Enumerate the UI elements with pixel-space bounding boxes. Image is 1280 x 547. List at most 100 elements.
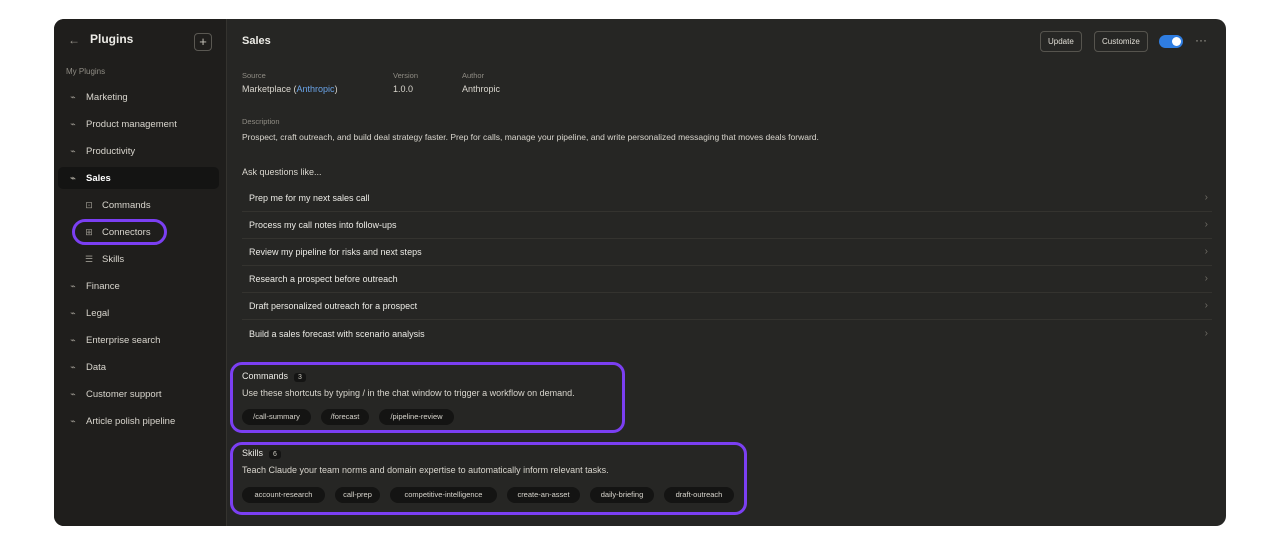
sidebar-item-product-management[interactable]: ⌁ Product management xyxy=(58,113,219,135)
description-text: Prospect, craft outreach, and build deal… xyxy=(242,132,819,142)
command-chip[interactable]: /forecast xyxy=(321,409,369,425)
plus-icon: + xyxy=(199,34,207,49)
commands-count-badge: 3 xyxy=(294,373,306,382)
source-label: Source xyxy=(242,71,266,80)
sidebar-item-label: Legal xyxy=(86,307,110,319)
sidebar-item-label: Product management xyxy=(86,118,177,130)
arrow-left-icon[interactable]: ← xyxy=(68,33,80,47)
chevron-right-icon: › xyxy=(1204,328,1208,339)
sidebar-item-label: Article polish pipeline xyxy=(86,415,176,427)
sidebar-item-marketing[interactable]: ⌁ Marketing xyxy=(58,86,219,108)
commands-title: Commands 3 xyxy=(242,371,306,382)
skill-chip[interactable]: account-research xyxy=(242,487,325,503)
sidebar-item-label: Marketing xyxy=(86,91,128,103)
skills-description: Teach Claude your team norms and domain … xyxy=(242,465,609,475)
plug-icon: ⌁ xyxy=(70,307,76,318)
sidebar-header: ← Plugins + xyxy=(54,19,226,63)
ask-question-text: Draft personalized outreach for a prospe… xyxy=(249,301,418,311)
connectors-highlight-ring xyxy=(72,219,167,245)
command-icon: ⊡ xyxy=(85,199,93,210)
skills-count-badge: 6 xyxy=(269,450,281,459)
add-plugin-button[interactable]: + xyxy=(194,33,212,51)
sidebar-item-enterprise-search[interactable]: ⌁ Enterprise search xyxy=(58,329,219,351)
sidebar-item-data[interactable]: ⌁ Data xyxy=(58,356,219,378)
sidebar-item-label: Finance xyxy=(86,280,120,292)
sidebar-item-sales[interactable]: ⌁ Sales xyxy=(58,167,219,189)
author-value: Anthropic xyxy=(462,84,501,94)
commands-title-text: Commands xyxy=(242,371,289,381)
sidebar-item-label: Customer support xyxy=(86,388,162,400)
source-link[interactable]: Anthropic xyxy=(297,84,335,94)
ask-questions-label: Ask questions like... xyxy=(242,167,322,177)
plugins-window: ← Plugins + My Plugins ⌁ Marketing ⌁ Pro… xyxy=(54,19,1226,526)
sidebar-item-customer-support[interactable]: ⌁ Customer support xyxy=(58,383,219,405)
more-horizontal-icon[interactable]: ··· xyxy=(1195,33,1207,47)
update-button[interactable]: Update xyxy=(1040,31,1082,52)
commands-description: Use these shortcuts by typing / in the c… xyxy=(242,388,575,398)
sidebar: ← Plugins + My Plugins ⌁ Marketing ⌁ Pro… xyxy=(54,19,227,526)
chevron-right-icon: › xyxy=(1204,273,1208,284)
my-plugins-section-label: My Plugins xyxy=(66,67,106,76)
page-title: Sales xyxy=(242,35,271,47)
plugin-enabled-toggle[interactable] xyxy=(1159,35,1183,48)
skill-chip[interactable]: daily-briefing xyxy=(590,487,654,503)
sidebar-item-legal[interactable]: ⌁ Legal xyxy=(58,302,219,324)
plug-icon: ⌁ xyxy=(70,361,76,372)
plug-icon: ⌁ xyxy=(70,415,76,426)
skill-chip[interactable]: create-an-asset xyxy=(507,487,580,503)
sidebar-item-label: Sales xyxy=(86,172,111,184)
sidebar-item-label: Data xyxy=(86,361,107,373)
sidebar-item-label: Enterprise search xyxy=(86,334,161,346)
ask-question-item[interactable]: Prep me for my next sales call › xyxy=(242,185,1212,212)
plug-icon: ⌁ xyxy=(70,172,76,183)
plug-icon: ⌁ xyxy=(70,388,76,399)
version-value: 1.0.0 xyxy=(393,84,414,94)
toggle-knob xyxy=(1172,37,1181,46)
plug-icon: ⌁ xyxy=(70,280,76,291)
sidebar-item-article-polish-pipeline[interactable]: ⌁ Article polish pipeline xyxy=(58,410,219,432)
source-prefix: Marketplace ( xyxy=(242,84,297,94)
ask-question-text: Prep me for my next sales call xyxy=(249,193,370,203)
sidebar-item-finance[interactable]: ⌁ Finance xyxy=(58,275,219,297)
sidebar-item-label: Productivity xyxy=(86,145,136,157)
skills-icon: ☰ xyxy=(84,253,94,264)
ask-question-text: Build a sales forecast with scenario ana… xyxy=(249,329,425,339)
sidebar-title: Plugins xyxy=(90,32,134,46)
chevron-right-icon: › xyxy=(1204,246,1208,257)
chevron-right-icon: › xyxy=(1204,219,1208,230)
chevron-right-icon: › xyxy=(1204,192,1208,203)
source-value: Marketplace (Anthropic) xyxy=(242,84,338,94)
ask-question-text: Research a prospect before outreach xyxy=(249,274,398,284)
command-chip[interactable]: /pipeline-review xyxy=(379,409,454,425)
command-chip[interactable]: /call-summary xyxy=(242,409,311,425)
sidebar-item-commands[interactable]: ⊡ Commands xyxy=(58,194,219,216)
sidebar-item-skills[interactable]: ☰ Skills xyxy=(58,248,219,270)
plug-icon: ⌁ xyxy=(70,118,76,129)
description-label: Description xyxy=(242,117,280,126)
version-label: Version xyxy=(393,71,419,80)
skill-chip[interactable]: draft-outreach xyxy=(664,487,734,503)
ask-question-text: Process my call notes into follow-ups xyxy=(249,220,397,230)
ask-question-item[interactable]: Research a prospect before outreach › xyxy=(242,266,1212,293)
source-suffix: ) xyxy=(334,84,338,94)
customize-button[interactable]: Customize xyxy=(1094,31,1148,52)
plug-icon: ⌁ xyxy=(70,145,76,156)
chevron-right-icon: › xyxy=(1204,300,1208,311)
plug-icon: ⌁ xyxy=(70,334,76,345)
skills-title: Skills 6 xyxy=(242,448,281,459)
sidebar-item-productivity[interactable]: ⌁ Productivity xyxy=(58,140,219,162)
ask-question-item[interactable]: Process my call notes into follow-ups › xyxy=(242,212,1212,239)
ask-question-item[interactable]: Draft personalized outreach for a prospe… xyxy=(242,293,1212,320)
author-label: Author xyxy=(462,71,485,80)
plug-icon: ⌁ xyxy=(70,91,76,102)
ask-question-item[interactable]: Build a sales forecast with scenario ana… xyxy=(242,321,1212,348)
plugin-detail: Sales Update Customize ··· Source Market… xyxy=(227,19,1226,526)
ask-question-item[interactable]: Review my pipeline for risks and next st… xyxy=(242,239,1212,266)
skills-highlight-box xyxy=(230,442,747,515)
skill-chip[interactable]: call-prep xyxy=(335,487,380,503)
skills-title-text: Skills xyxy=(242,448,264,458)
sidebar-item-label: Skills xyxy=(102,253,125,265)
skill-chip[interactable]: competitive-intelligence xyxy=(390,487,497,503)
ask-question-text: Review my pipeline for risks and next st… xyxy=(249,247,422,257)
sidebar-item-label: Commands xyxy=(102,199,151,211)
